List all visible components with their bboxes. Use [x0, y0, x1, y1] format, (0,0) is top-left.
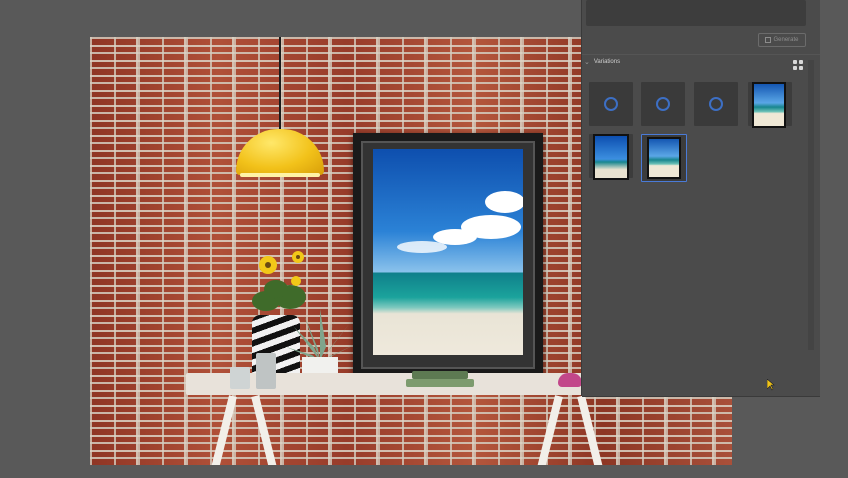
generate-icon [765, 37, 772, 43]
divider [582, 54, 820, 55]
cup [230, 367, 250, 389]
beach-photo [373, 149, 523, 355]
variation-thumbnail-loading[interactable] [641, 82, 685, 126]
variations-title: Variations [593, 59, 621, 65]
panel-scrollbar[interactable] [808, 60, 814, 350]
variation-image [752, 82, 786, 128]
grid-view-icon[interactable] [793, 60, 803, 70]
variations-panel: Generate ⌄ Variations [582, 0, 820, 396]
variation-image [593, 134, 629, 180]
lamp-cord [279, 37, 281, 133]
cup [256, 353, 276, 389]
variations-header[interactable]: ⌄ Variations [584, 58, 620, 66]
variation-thumbnail-loading[interactable] [589, 82, 633, 126]
succulent-plant [284, 307, 356, 363]
chevron-down-icon[interactable]: ⌄ [584, 58, 590, 66]
loading-spinner-icon [604, 97, 618, 111]
generate-label: Generate [773, 37, 799, 43]
lamp-rim [240, 173, 320, 177]
book [412, 371, 468, 379]
loading-spinner-icon [709, 97, 723, 111]
variation-thumbnail[interactable] [589, 134, 633, 180]
book [406, 379, 474, 387]
prompt-input[interactable] [586, 0, 806, 26]
variation-thumbnail-selected[interactable] [641, 134, 687, 182]
generate-button[interactable]: Generate [758, 33, 806, 47]
computer-mouse [558, 373, 582, 387]
picture-frame [353, 133, 543, 377]
variation-thumbnail[interactable] [748, 82, 792, 128]
variation-thumbnail-loading[interactable] [694, 82, 738, 126]
mouse-cursor-icon [767, 379, 775, 391]
variation-image [647, 137, 681, 179]
loading-spinner-icon [656, 97, 670, 111]
